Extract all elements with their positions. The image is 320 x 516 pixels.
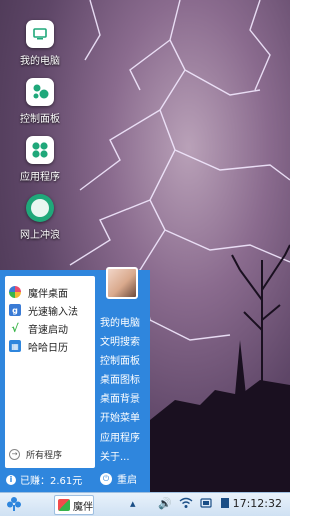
taskbar-item-moban[interactable]: 魔伴 bbox=[54, 495, 94, 515]
wifi-icon[interactable] bbox=[179, 497, 193, 513]
app-item-label: 魔伴桌面 bbox=[28, 288, 68, 300]
app-item-mobandesk[interactable]: 魔伴桌面 bbox=[9, 284, 68, 300]
all-programs-label: 所有程序 bbox=[26, 451, 63, 461]
mobandesk-icon bbox=[9, 286, 21, 298]
apps-icon bbox=[26, 136, 54, 164]
menu-item-desktop-icons[interactable]: 桌面图标 bbox=[100, 371, 140, 386]
info-icon: i bbox=[6, 474, 16, 485]
volume-icon[interactable]: 🔊 bbox=[158, 497, 172, 511]
desktop-icon-browser[interactable]: 网上冲浪 bbox=[8, 194, 72, 241]
desktop-icon-my-computer[interactable]: 我的电脑 bbox=[8, 20, 72, 67]
menu-item-applications[interactable]: 应用程序 bbox=[100, 429, 140, 444]
all-programs-button[interactable]: → 所有程序 bbox=[9, 448, 62, 461]
menu-item-start-menu[interactable]: 开始菜单 bbox=[100, 409, 140, 424]
arrow-right-icon: → bbox=[9, 449, 20, 460]
app-item-label: 光速输入法 bbox=[28, 306, 78, 318]
desktop-icon-label: 我的电脑 bbox=[20, 56, 60, 67]
app-item-calendar[interactable]: ▦ 哈哈日历 bbox=[9, 338, 68, 354]
start-button-flower-icon[interactable] bbox=[6, 496, 22, 512]
moban-app-icon bbox=[58, 499, 70, 511]
taskbar: 魔伴 ▴ 🔊 17:12:32 bbox=[0, 492, 290, 516]
desktop-icon-label: 网上冲浪 bbox=[20, 230, 60, 241]
menu-item-about[interactable]: 关于... bbox=[100, 448, 130, 463]
browser-icon bbox=[26, 194, 54, 222]
taskbar-item-label: 魔伴 bbox=[73, 501, 93, 513]
launcher-icon: √ bbox=[11, 321, 19, 335]
app-item-launcher[interactable]: √ 音速启动 bbox=[9, 320, 68, 336]
app-item-label: 哈哈日历 bbox=[28, 342, 68, 354]
app-item-label: 音速启动 bbox=[28, 324, 68, 336]
input-method-icon: g bbox=[9, 304, 21, 316]
earnings-label: 已赚：2.61元 bbox=[20, 476, 83, 487]
power-icon: ⏻ bbox=[100, 472, 112, 485]
desktop-icon-control-panel[interactable]: 控制面板 bbox=[8, 78, 72, 125]
menu-item-search[interactable]: 文明搜索 bbox=[100, 333, 140, 348]
desktop-icon-applications[interactable]: 应用程序 bbox=[8, 136, 72, 183]
restart-label: 重启 bbox=[117, 475, 137, 486]
user-avatar[interactable] bbox=[106, 267, 138, 299]
calendar-icon: ▦ bbox=[9, 340, 21, 352]
chevron-up-icon[interactable]: ▴ bbox=[130, 497, 136, 511]
screen-icon[interactable] bbox=[220, 497, 230, 513]
battery-icon[interactable] bbox=[200, 497, 214, 513]
app-item-input-method[interactable]: g 光速输入法 bbox=[9, 302, 78, 318]
menu-item-desktop-background[interactable]: 桌面背景 bbox=[100, 390, 140, 405]
earnings-status: i 已赚：2.61元 bbox=[6, 472, 82, 487]
desktop-icon-label: 控制面板 bbox=[20, 114, 60, 125]
menu-item-control-panel[interactable]: 控制面板 bbox=[100, 352, 140, 367]
start-menu: 魔伴桌面 g 光速输入法 √ 音速启动 ▦ 哈哈日历 → 所有程序 我的电脑 文… bbox=[0, 267, 150, 492]
control-panel-icon bbox=[26, 78, 54, 106]
start-menu-app-list: 魔伴桌面 g 光速输入法 √ 音速启动 ▦ 哈哈日历 → 所有程序 bbox=[5, 276, 95, 468]
restart-button[interactable]: ⏻ 重启 bbox=[100, 471, 137, 486]
desktop-icon-label: 应用程序 bbox=[20, 172, 60, 183]
clock[interactable]: 17:12:32 bbox=[233, 497, 282, 510]
computer-icon bbox=[26, 20, 54, 48]
menu-item-my-computer[interactable]: 我的电脑 bbox=[100, 314, 140, 329]
